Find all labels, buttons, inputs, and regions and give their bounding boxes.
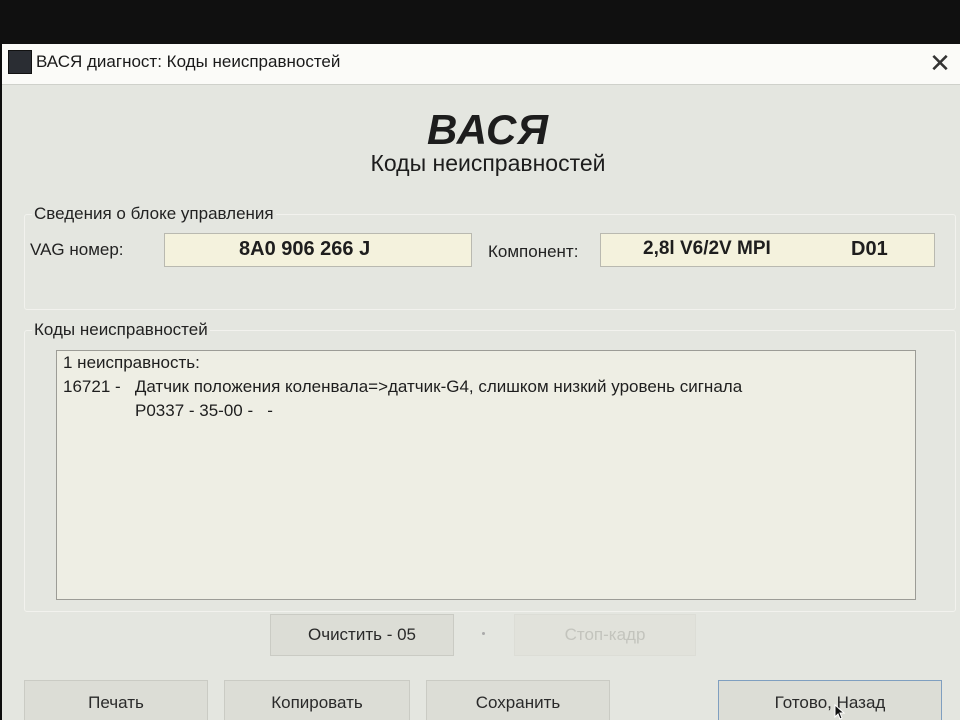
copy-button[interactable]: Копировать	[224, 680, 410, 720]
vag-number-label: VAG номер:	[30, 240, 124, 259]
component-code: D01	[851, 238, 888, 260]
app-icon	[8, 50, 32, 74]
vag-number-field: 8A0 906 266 J	[164, 233, 472, 267]
print-button[interactable]: Печать	[24, 680, 208, 720]
fault-count-line: 1 неисправность:	[63, 353, 200, 372]
fault-codes-group-label: Коды неисправностей	[32, 320, 210, 340]
close-icon[interactable]: ✕	[920, 46, 960, 80]
component-label: Компонент:	[488, 242, 579, 261]
control-unit-group-label: Сведения о блоке управления	[32, 204, 276, 224]
mouse-cursor-icon	[834, 704, 846, 720]
screen-bezel	[0, 0, 960, 44]
component-field: 2,8l V6/2V MPI D01	[600, 233, 935, 267]
clear-codes-button[interactable]: Очистить - 05	[270, 614, 454, 656]
separator-dot	[482, 632, 485, 635]
freeze-frame-button[interactable]: Стоп-кадр	[514, 614, 696, 656]
fault-code-line: 16721 - Датчик положения коленвала=>датч…	[63, 377, 743, 396]
window-title: ВАСЯ диагност: Коды неисправностей	[36, 52, 341, 71]
fault-codes-text[interactable]: 1 неисправность: 16721 - Датчик положени…	[56, 350, 916, 600]
fault-obd-code-line: P0337 - 35-00 - -	[135, 401, 273, 420]
component-value: 2,8l V6/2V MPI	[643, 238, 771, 259]
title-bar: ВАСЯ диагност: Коды неисправностей ✕	[2, 44, 960, 85]
app-brand: ВАСЯ	[427, 106, 549, 153]
save-button[interactable]: Сохранить	[426, 680, 610, 720]
page-subtitle: Коды неисправностей	[370, 150, 606, 176]
done-back-button[interactable]: Готово, Назад	[718, 680, 942, 720]
dialog-window: ВАСЯ диагност: Коды неисправностей ✕ ВАС…	[2, 44, 960, 720]
vag-number-value: 8A0 906 266 J	[239, 238, 371, 260]
